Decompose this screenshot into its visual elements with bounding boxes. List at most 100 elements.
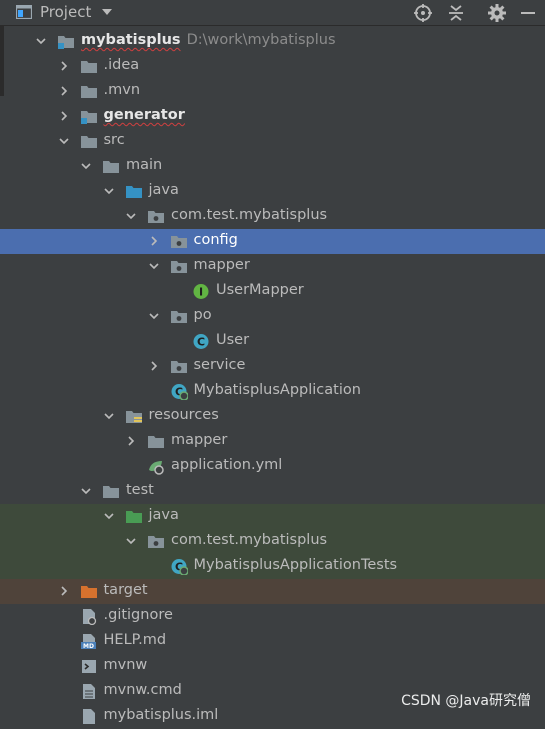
tree-item-label: com.test.mybatisplus [171, 207, 328, 223]
tree-item-label: MybatisplusApplication [193, 382, 361, 398]
tree-row[interactable]: config [0, 229, 545, 254]
chevron-down-icon[interactable] [125, 535, 137, 547]
tree-item-label: UserMapper [216, 282, 304, 298]
package-icon [147, 533, 165, 550]
chevron-down-icon[interactable] [103, 185, 115, 197]
interface-icon: I [192, 283, 210, 300]
tree-row[interactable]: C MybatisplusApplication [0, 379, 545, 404]
tree-item-label: src [103, 132, 125, 148]
module-path: D:\work\mybatisplus [186, 32, 336, 48]
watermark: CSDN @Java研究僧 [401, 693, 531, 709]
package-icon [147, 208, 165, 225]
gear-icon[interactable] [487, 3, 507, 23]
module-folder-icon [80, 108, 98, 125]
chevron-down-icon[interactable] [80, 485, 92, 497]
chevron-down-icon[interactable] [80, 160, 92, 172]
shell-file-icon [80, 658, 98, 675]
tree-row[interactable]: target [0, 579, 545, 604]
collapse-icon[interactable] [446, 3, 466, 23]
chevron-right-icon[interactable] [148, 360, 160, 372]
tree-item-label: com.test.mybatisplus [171, 532, 328, 548]
spring-yml-icon [147, 458, 165, 475]
chevron-down-icon[interactable] [103, 410, 115, 422]
chevron-right-icon[interactable] [58, 85, 70, 97]
chevron-down-icon[interactable] [148, 260, 160, 272]
project-view-title[interactable]: Project [40, 3, 91, 21]
excluded-folder-icon [80, 583, 98, 600]
tree-row[interactable]: mapper [0, 254, 545, 279]
tree-item-label: mapper [193, 257, 250, 273]
tree-item-label: service [193, 357, 246, 373]
chevron-down-icon[interactable] [58, 135, 70, 147]
tree-row[interactable]: com.test.mybatisplus [0, 204, 545, 229]
folder-icon [102, 483, 120, 500]
tree-row[interactable]: application.yml [0, 454, 545, 479]
gitignore-file-icon [80, 608, 98, 626]
tree-row[interactable]: service [0, 354, 545, 379]
tree-item-label: HELP.md [103, 632, 167, 648]
tree-row[interactable]: mvnw [0, 654, 545, 679]
chevron-down-icon[interactable] [103, 510, 115, 522]
chevron-right-icon[interactable] [58, 585, 70, 597]
tree-row[interactable]: .gitignore [0, 604, 545, 629]
tree-row[interactable]: com.test.mybatisplus [0, 529, 545, 554]
tree-item-label: .gitignore [103, 607, 173, 623]
tree-row[interactable]: java [0, 504, 545, 529]
tree-row[interactable]: src [0, 129, 545, 154]
tree-item-label: mvnw [103, 657, 148, 673]
tree-item-label: java [148, 182, 179, 198]
svg-text:C: C [197, 336, 205, 349]
chevron-down-icon[interactable] [102, 9, 112, 15]
tree-item-label: po [193, 307, 212, 323]
tree-item-label: test [126, 482, 154, 498]
svg-text:MD: MD [83, 643, 94, 650]
chevron-down-icon[interactable] [35, 35, 47, 47]
tree-row[interactable]: MD HELP.md [0, 629, 545, 654]
tree-row[interactable]: mybatisplus D:\work\mybatisplus [0, 29, 545, 54]
tree-row[interactable]: C MybatisplusApplicationTests [0, 554, 545, 579]
project-window-icon [16, 5, 32, 19]
folder-icon [80, 58, 98, 75]
tree-row[interactable]: resources [0, 404, 545, 429]
tree-item-label: mapper [171, 432, 228, 448]
tree-item-label: mvnw.cmd [103, 682, 182, 698]
tree-item-label: application.yml [171, 457, 283, 473]
tree-item-label: mybatisplus D:\work\mybatisplus [81, 32, 336, 48]
tree-row[interactable]: .idea [0, 54, 545, 79]
iml-file-icon [80, 708, 98, 725]
tree-item-label: generator [103, 107, 185, 123]
tree-row[interactable]: test [0, 479, 545, 504]
test-folder-icon [125, 508, 143, 525]
spring-class-icon: C [170, 383, 189, 401]
chevron-right-icon[interactable] [58, 110, 70, 122]
folder-icon [80, 83, 98, 100]
resources-folder-icon [125, 408, 143, 425]
tree-row[interactable]: I UserMapper [0, 279, 545, 304]
folder-icon [102, 158, 120, 175]
chevron-down-icon[interactable] [148, 310, 160, 322]
tree-row[interactable]: .mvn [0, 79, 545, 104]
tree-item-label: .mvn [103, 82, 141, 98]
source-folder-icon [125, 183, 143, 200]
chevron-right-icon[interactable] [148, 235, 160, 247]
chevron-right-icon[interactable] [58, 60, 70, 72]
hide-icon[interactable] [518, 3, 538, 23]
tree-row[interactable]: main [0, 154, 545, 179]
locate-icon[interactable] [413, 3, 433, 23]
package-icon [170, 233, 188, 250]
tree-item-label: mybatisplus.iml [103, 707, 219, 723]
tree-item-label: resources [148, 407, 219, 423]
spring-test-class-icon: C [170, 558, 189, 576]
text-file-icon [80, 683, 98, 700]
chevron-down-icon[interactable] [125, 210, 137, 222]
folder-icon [147, 433, 165, 450]
tree-row[interactable]: java [0, 179, 545, 204]
tree-row[interactable]: po [0, 304, 545, 329]
tree-row[interactable]: mapper [0, 429, 545, 454]
package-icon [170, 308, 188, 325]
tree-row[interactable]: C User [0, 329, 545, 354]
tree-item-label: target [103, 582, 148, 598]
chevron-right-icon[interactable] [125, 435, 137, 447]
module-folder-icon [57, 33, 75, 50]
tree-row[interactable]: generator [0, 104, 545, 129]
